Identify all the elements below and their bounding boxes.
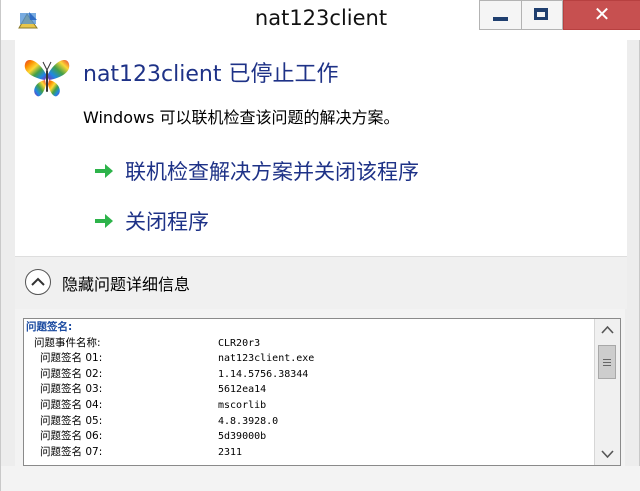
details-scrollbar[interactable] — [594, 319, 620, 465]
details-toggle-bar[interactable]: 隐藏问题详细信息 — [15, 256, 627, 309]
background-window-edge-left — [1, 0, 15, 491]
detail-value: 1.14.5756.38344 — [218, 368, 309, 380]
scroll-down-arrow-icon[interactable] — [595, 443, 620, 465]
maximize-button[interactable] — [521, 0, 563, 30]
scrollbar-thumb[interactable] — [598, 345, 616, 379]
detail-row: 问题签名 03: 5612ea14 — [26, 382, 266, 398]
minimize-icon — [493, 17, 508, 21]
window-bottom-edge — [1, 466, 640, 491]
close-button[interactable]: ✕ — [563, 0, 640, 30]
detail-row: 问题签名 07: 2311 — [26, 445, 242, 461]
detail-row: 问题签名 01: nat123client.exe — [26, 351, 314, 367]
detail-value: CLR20r3 — [218, 337, 261, 349]
detail-key: 问题签名 01: — [40, 352, 103, 365]
detail-key: 问题签名 06: — [40, 430, 103, 443]
detail-key: 问题签名 02: — [40, 367, 103, 380]
problem-details-box[interactable]: 问题签名: 问题事件名称: CLR20r3 问题签名 01: nat123cli… — [23, 318, 621, 466]
detail-key: 问题签名 07: — [40, 445, 103, 458]
close-icon: ✕ — [593, 2, 611, 26]
detail-row: 问题事件名称: CLR20r3 — [26, 336, 260, 352]
detail-value: 5612ea14 — [218, 384, 267, 396]
title-bar[interactable]: nat123client ✕ — [1, 0, 640, 40]
minimize-button[interactable] — [479, 0, 521, 30]
error-subtext: Windows 可以联机检查该问题的解决方案。 — [83, 108, 400, 127]
detail-row: 问题签名 05: 4.8.3928.0 — [26, 414, 278, 430]
collapse-toggle-button[interactable] — [25, 269, 51, 295]
detail-key: 问题事件名称: — [34, 336, 101, 349]
scroll-up-arrow-icon[interactable] — [595, 319, 620, 341]
error-dialog-window: nat123client ✕ nat123client 已停止工作 Window… — [0, 0, 640, 491]
error-heading: nat123client 已停止工作 — [83, 62, 339, 87]
details-toggle-label: 隐藏问题详细信息 — [62, 275, 191, 294]
close-program-option[interactable]: 关闭程序 — [93, 204, 209, 238]
check-online-solution-label: 联机检查解决方案并关闭该程序 — [125, 160, 419, 184]
detail-row: 问题签名 02: 1.14.5756.38344 — [26, 367, 308, 383]
problem-signature-header: 问题签名: — [26, 321, 73, 333]
check-online-solution-option[interactable]: 联机检查解决方案并关闭该程序 — [93, 154, 419, 188]
detail-value: 4.8.3928.0 — [218, 415, 279, 427]
detail-key: 问题签名 04: — [40, 398, 103, 411]
detail-value: mscorlib — [218, 399, 267, 411]
detail-value: 5d39000b — [218, 431, 267, 443]
detail-row: 问题签名 04: mscorlib — [26, 398, 266, 414]
detail-row: 问题签名 06: 5d39000b — [26, 429, 266, 445]
close-program-label: 关闭程序 — [125, 210, 209, 234]
green-arrow-icon — [95, 164, 113, 178]
detail-key: 问题签名 05: — [40, 414, 103, 427]
butterfly-logo-icon — [24, 60, 70, 97]
detail-key: 问题签名 03: — [40, 383, 103, 396]
background-window-edge-right — [625, 0, 639, 491]
green-arrow-icon — [95, 214, 113, 228]
dialog-content: nat123client 已停止工作 Windows 可以联机检查该问题的解决方… — [15, 40, 627, 256]
detail-value: nat123client.exe — [218, 353, 315, 365]
maximize-icon — [534, 8, 548, 20]
detail-value: 2311 — [218, 446, 243, 458]
chevron-up-icon — [31, 277, 45, 286]
problem-details-text: 问题签名: 问题事件名称: CLR20r3 问题签名 01: nat123cli… — [26, 320, 314, 461]
